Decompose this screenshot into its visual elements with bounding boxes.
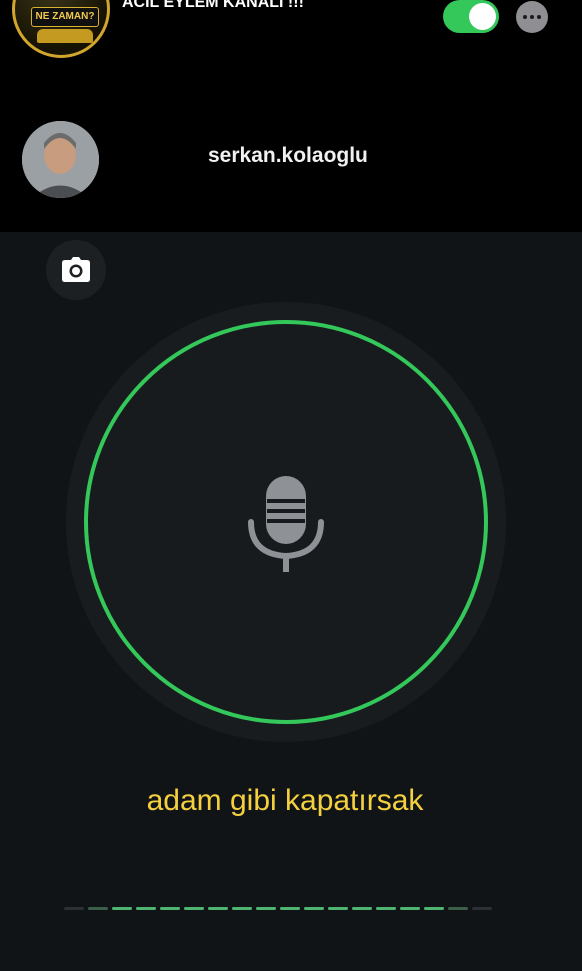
more-options-button[interactable]	[516, 1, 548, 33]
taxi-image	[37, 29, 93, 43]
channel-avatar-text: NE ZAMAN?	[31, 7, 99, 27]
toggle-knob	[469, 3, 496, 30]
user-avatar[interactable]	[22, 121, 99, 198]
username: serkan.kolaoglu	[208, 144, 368, 167]
ellipsis-icon	[523, 15, 527, 19]
toggle-switch[interactable]	[443, 0, 499, 33]
transcript-text: adam gibi kapatırsak	[146, 784, 424, 817]
microphone-icon	[248, 476, 324, 572]
channel-title: ACİL EYLEM KANALI !!!	[122, 0, 304, 11]
audio-level-indicator	[64, 906, 509, 911]
camera-button[interactable]	[46, 240, 106, 300]
camera-icon	[62, 257, 90, 282]
avatar-image	[22, 121, 99, 198]
